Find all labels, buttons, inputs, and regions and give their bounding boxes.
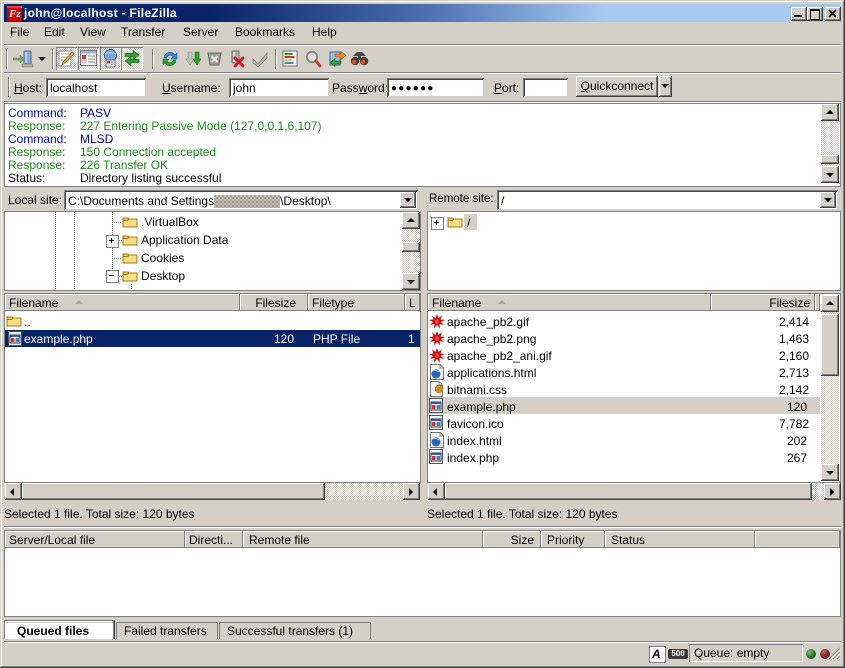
svg-text:Fz: Fz [8,8,21,20]
